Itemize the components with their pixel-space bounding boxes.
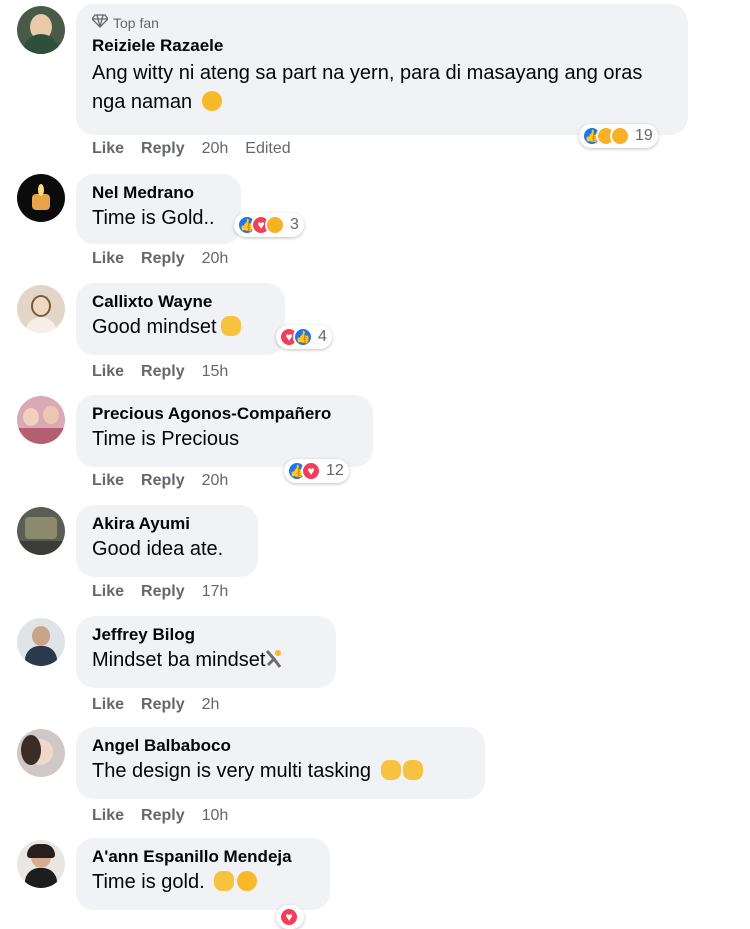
- commenter-name[interactable]: A'ann Espanillo Mendeja: [92, 846, 314, 868]
- reply-button[interactable]: Reply: [141, 140, 185, 158]
- comment-text: Time is gold.: [92, 868, 314, 897]
- avatar[interactable]: [17, 840, 65, 888]
- reaction-count: 19: [635, 127, 653, 144]
- commenter-name[interactable]: Jeffrey Bilog: [92, 624, 320, 646]
- like-button[interactable]: Like: [92, 363, 124, 381]
- reaction-count: 4: [318, 328, 327, 345]
- comment-bubble: Nel Medrano Time is Gold..: [76, 174, 241, 244]
- like-button[interactable]: Like: [92, 583, 124, 601]
- reaction-summary[interactable]: 👍 ♥ 3: [234, 213, 304, 237]
- reaction-count: 3: [290, 216, 299, 233]
- commenter-name[interactable]: Nel Medrano: [92, 182, 225, 204]
- reply-button[interactable]: Reply: [141, 583, 185, 601]
- comment-actions: Like Reply 20h: [92, 250, 228, 268]
- timestamp[interactable]: 20h: [202, 472, 229, 490]
- avatar[interactable]: [17, 729, 65, 777]
- diamond-icon: [91, 14, 109, 32]
- reply-button[interactable]: Reply: [141, 696, 185, 714]
- cartwheel-emoji: [265, 649, 283, 669]
- victory-hand-emoji: [214, 871, 235, 891]
- like-button[interactable]: Like: [92, 807, 124, 825]
- commenter-name[interactable]: Precious Agonos-Compañero: [92, 403, 357, 425]
- comment-actions: Like Reply 17h: [92, 583, 228, 601]
- love-reaction-icon: ♥: [279, 907, 299, 927]
- rofl-emoji: [201, 91, 222, 111]
- reaction-summary[interactable]: 👍 19: [579, 124, 658, 148]
- comment-actions: Like Reply 20h: [92, 472, 228, 490]
- timestamp[interactable]: 15h: [202, 363, 229, 381]
- avatar[interactable]: [17, 618, 65, 666]
- reply-button[interactable]: Reply: [141, 807, 185, 825]
- clapping-emoji: [380, 760, 401, 780]
- reply-button[interactable]: Reply: [141, 250, 185, 268]
- reaction-count: 12: [326, 462, 344, 479]
- comment-text: Time is Precious: [92, 428, 240, 450]
- like-button[interactable]: Like: [92, 696, 124, 714]
- like-reaction-icon: 👍: [293, 327, 313, 347]
- comment-text: Ang witty ni ateng sa part na yern, para…: [92, 62, 643, 113]
- clapping-emoji: [220, 316, 241, 336]
- reply-button[interactable]: Reply: [141, 472, 185, 490]
- reaction-summary[interactable]: ♥ 👍 4: [276, 325, 332, 349]
- timestamp[interactable]: 10h: [202, 807, 229, 825]
- comment-bubble: Jeffrey Bilog Mindset ba mindset: [76, 616, 336, 688]
- avatar[interactable]: [17, 396, 65, 444]
- care-reaction-icon: [610, 126, 630, 146]
- care-reaction-icon: [265, 215, 285, 235]
- comment-text: Mindset ba mindset: [92, 646, 320, 675]
- comment-bubble: Callixto Wayne Good mindset: [76, 283, 285, 355]
- commenter-name[interactable]: Callixto Wayne: [92, 291, 269, 313]
- comment-text: Time is Gold..: [92, 207, 215, 229]
- smiling-emoji: [237, 871, 258, 891]
- love-reaction-icon: ♥: [301, 461, 321, 481]
- edited-label[interactable]: Edited: [245, 140, 290, 158]
- comment-actions: Like Reply 20h Edited: [92, 140, 291, 158]
- comment-actions: Like Reply 15h: [92, 363, 228, 381]
- timestamp[interactable]: 20h: [202, 140, 229, 158]
- comment-bubble: Precious Agonos-Compañero Time is Precio…: [76, 395, 373, 467]
- comment-bubble: Angel Balbaboco The design is very multi…: [76, 727, 485, 799]
- comment-actions: Like Reply 2h: [92, 696, 219, 714]
- commenter-name[interactable]: Angel Balbaboco: [92, 735, 469, 757]
- comment-text: Good idea ate.: [92, 538, 224, 560]
- comment-bubble: Akira Ayumi Good idea ate.: [76, 505, 258, 577]
- comment-bubble: Top fan Reiziele Razaele Ang witty ni at…: [76, 4, 688, 135]
- timestamp[interactable]: 20h: [202, 250, 229, 268]
- comment-bubble: A'ann Espanillo Mendeja Time is gold.: [76, 838, 330, 910]
- commenter-name[interactable]: Reiziele Razaele: [92, 35, 672, 57]
- avatar[interactable]: [17, 6, 65, 54]
- like-button[interactable]: Like: [92, 250, 124, 268]
- timestamp[interactable]: 2h: [202, 696, 220, 714]
- comment-text: The design is very multi tasking: [92, 757, 469, 786]
- timestamp[interactable]: 17h: [202, 583, 229, 601]
- comment-actions: Like Reply 10h: [92, 807, 228, 825]
- like-button[interactable]: Like: [92, 140, 124, 158]
- reaction-summary[interactable]: 👍 ♥ 12: [284, 459, 349, 483]
- like-button[interactable]: Like: [92, 472, 124, 490]
- top-fan-badge: Top fan: [91, 14, 672, 32]
- commenter-name[interactable]: Akira Ayumi: [92, 513, 242, 535]
- avatar[interactable]: [17, 174, 65, 222]
- comment-text: Good mindset: [92, 313, 269, 342]
- avatar[interactable]: [17, 507, 65, 555]
- clapping-emoji: [402, 760, 423, 780]
- reply-button[interactable]: Reply: [141, 363, 185, 381]
- reaction-summary[interactable]: ♥: [276, 905, 304, 929]
- avatar[interactable]: [17, 285, 65, 333]
